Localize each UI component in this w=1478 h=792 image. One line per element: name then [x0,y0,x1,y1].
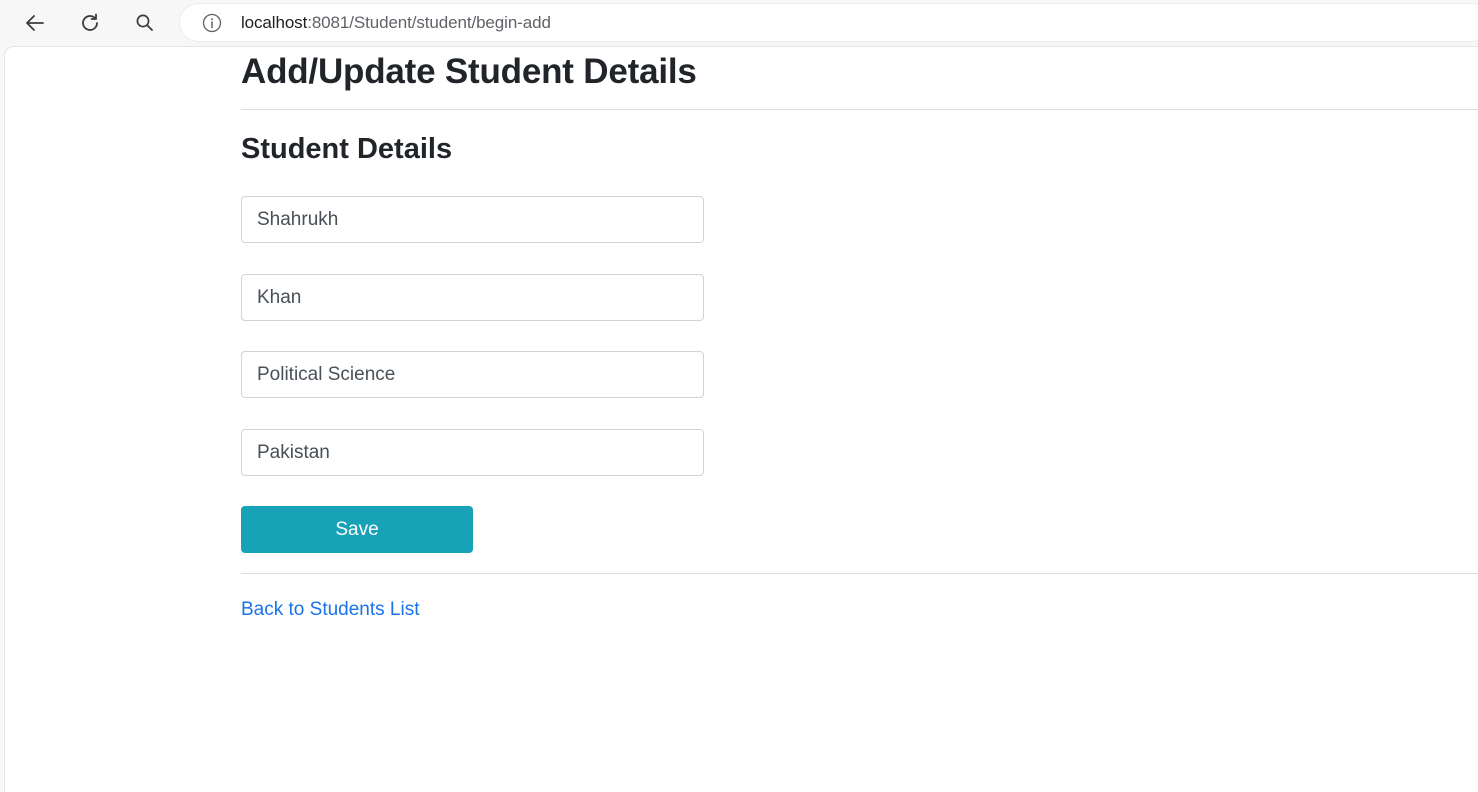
back-to-students-link[interactable]: Back to Students List [241,598,420,622]
save-button[interactable]: Save [241,506,473,553]
search-icon [136,14,153,31]
last-name-field[interactable] [241,274,704,321]
page-viewport: Add/Update Student Details Student Detai… [5,47,1478,792]
first-name-field[interactable] [241,196,704,243]
url-text[interactable]: localhost:8081/Student/student/begin-add [241,13,551,33]
divider-bottom [241,573,1478,574]
country-field[interactable] [241,429,704,476]
back-arrow-icon [26,15,44,31]
reload-icon [82,13,98,31]
reload-button[interactable] [72,5,108,41]
page-title: Add/Update Student Details [241,52,697,91]
section-title: Student Details [241,133,453,165]
url-path: :8081/Student/student/begin-add [307,13,551,32]
url-host: localhost [241,13,308,32]
search-button[interactable] [127,5,163,41]
course-field[interactable] [241,351,704,398]
divider-top [241,109,1478,110]
back-button[interactable] [17,5,53,41]
address-bar[interactable]: localhost:8081/Student/student/begin-add [180,4,1478,41]
browser-toolbar: localhost:8081/Student/student/begin-add [0,0,1478,46]
info-icon[interactable] [202,13,222,33]
